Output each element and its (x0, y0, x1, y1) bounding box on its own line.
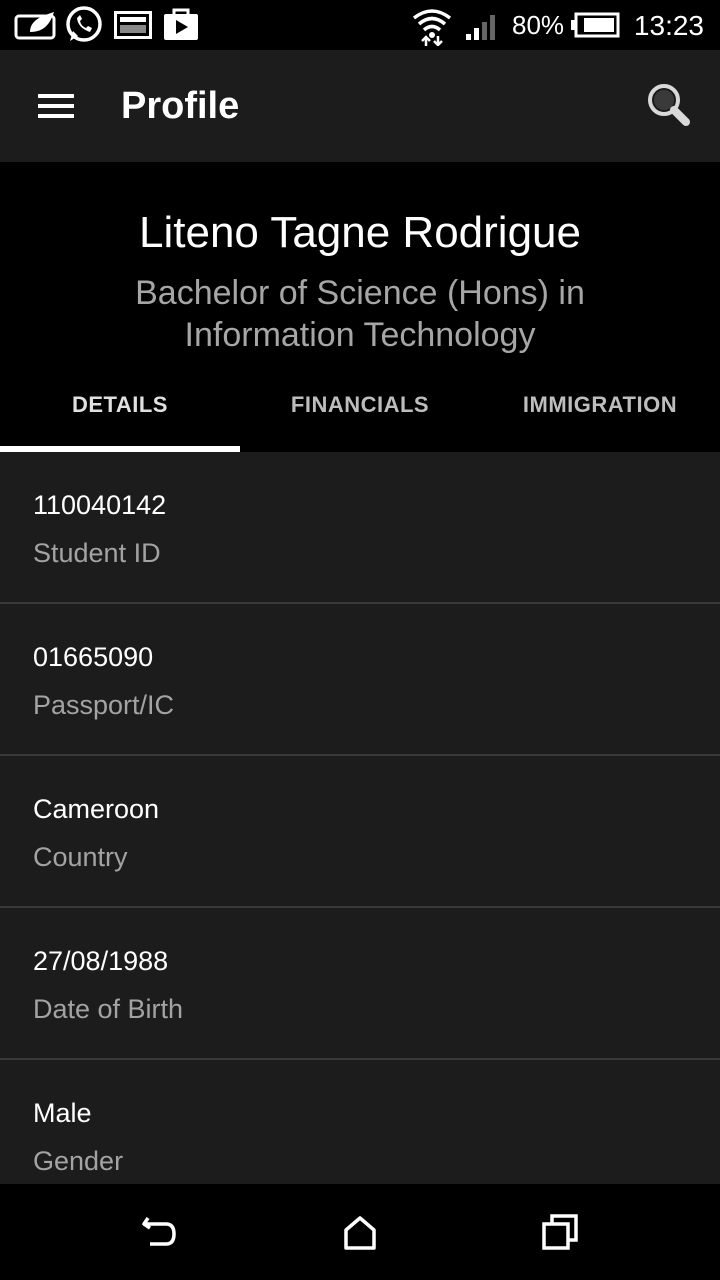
list-item: Cameroon Country (0, 756, 720, 908)
passport-label: Passport/IC (33, 690, 175, 720)
play-store-icon (164, 8, 198, 40)
date-of-birth-label: Date of Birth (33, 994, 184, 1024)
profile-header: Liteno Tagne Rodrigue Bachelor of Scienc… (0, 162, 720, 452)
list-item: 110040142 Student ID (0, 452, 720, 604)
image-icon (114, 11, 152, 39)
country-label: Country (33, 842, 128, 872)
tab-bar: DETAILS FINANCIALS IMMIGRATION (0, 382, 720, 452)
detail-list[interactable]: 110040142 Student ID 01665090 Passport/I… (0, 452, 720, 1184)
tab-details[interactable]: DETAILS (0, 382, 240, 452)
system-nav-bar (0, 1184, 720, 1280)
leaf-notification-icon (14, 12, 56, 40)
home-icon[interactable] (336, 1208, 384, 1256)
list-item: 01665090 Passport/IC (0, 604, 720, 756)
whatsapp-icon (66, 6, 102, 42)
signal-icon (466, 15, 495, 40)
battery-icon (571, 12, 620, 38)
gender-label: Gender (33, 1146, 124, 1176)
tab-immigration[interactable]: IMMIGRATION (480, 382, 720, 452)
profile-name: Liteno Tagne Rodrigue (139, 208, 581, 257)
recents-icon[interactable] (536, 1208, 584, 1256)
profile-degree: Bachelor of Science (Hons) in Informatio… (135, 274, 585, 354)
passport-value: 01665090 (33, 642, 154, 672)
tab-financials[interactable]: FINANCIALS (240, 382, 480, 452)
app-bar: Profile (0, 50, 720, 162)
status-time: 13:23 (633, 10, 704, 41)
back-icon[interactable] (136, 1208, 184, 1256)
country-value: Cameroon (33, 794, 160, 824)
wifi-icon (412, 9, 452, 46)
student-id-label: Student ID (33, 538, 161, 568)
date-of-birth-value: 27/08/1988 (33, 946, 169, 976)
hamburger-menu-icon[interactable] (24, 78, 88, 134)
battery-percent: 80% (512, 10, 565, 40)
student-id-value: 110040142 (33, 490, 167, 520)
list-item: Male Gender (0, 1060, 720, 1184)
search-icon[interactable] (640, 76, 700, 136)
page-title: Profile (121, 85, 240, 127)
status-bar: 80% 13:23 (0, 0, 720, 50)
gender-value: Male (33, 1098, 92, 1128)
list-item: 27/08/1988 Date of Birth (0, 908, 720, 1060)
